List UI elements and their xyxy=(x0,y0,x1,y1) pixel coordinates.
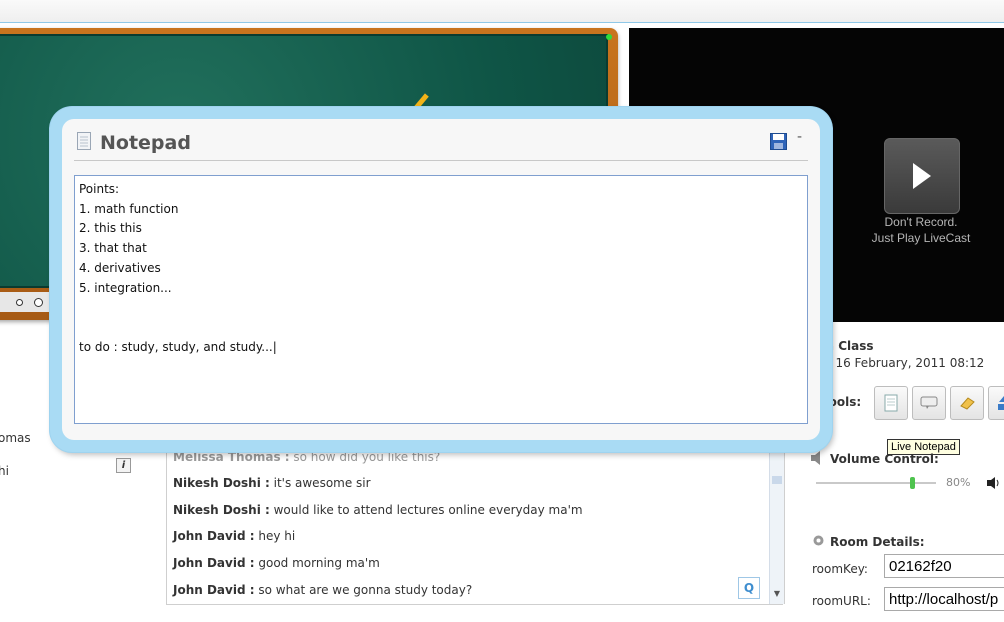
notepad-dialog: Notepad - Points: 1. math function 2. th… xyxy=(50,107,832,452)
room-url-label: roomURL: xyxy=(812,594,871,608)
save-icon[interactable] xyxy=(770,133,787,150)
participant-name[interactable]: hi xyxy=(0,464,9,478)
chat-message: John David : hey hi xyxy=(173,529,296,543)
volume-percent: 80% xyxy=(946,476,971,489)
notepad-title: Notepad xyxy=(100,132,191,154)
chat-input[interactable] xyxy=(166,604,783,622)
chat-panel: Melissa Thomas : so how did you like thi… xyxy=(166,446,785,604)
question-button[interactable]: Q xyxy=(738,577,760,599)
chat-tool-button[interactable] xyxy=(912,386,946,420)
notepad-panel: Notepad - Points: 1. math function 2. th… xyxy=(62,119,820,440)
status-led xyxy=(606,34,612,40)
play-button[interactable] xyxy=(884,138,960,214)
notepad-textarea[interactable]: Points: 1. math function 2. this this 3.… xyxy=(74,175,808,424)
livecast-caption: Don't Record. Just Play LiveCast xyxy=(829,214,1004,246)
participant-name[interactable]: omas xyxy=(0,431,31,445)
gear-icon xyxy=(813,535,824,546)
room-key-label: roomKey: xyxy=(812,562,868,576)
volume-slider-thumb[interactable] xyxy=(909,477,915,489)
chat-message: Melissa Thomas : so how did you like thi… xyxy=(173,450,441,464)
chat-message: John David : so what are we gonna study … xyxy=(173,583,473,597)
chat-message: Nikesh Doshi : it's awesome sir xyxy=(173,476,371,490)
caption-line-1: Don't Record. xyxy=(884,215,958,229)
notepad-icon xyxy=(884,394,898,412)
chat-message: Nikesh Doshi : would like to attend lect… xyxy=(173,503,583,517)
room-url-field[interactable]: http://localhost/p xyxy=(884,587,1004,611)
scrollbar-thumb[interactable] xyxy=(772,476,782,484)
top-bar xyxy=(0,0,1004,23)
brush-size-small[interactable] xyxy=(16,299,23,306)
volume-slider[interactable] xyxy=(816,477,936,489)
eraser-icon xyxy=(960,397,975,410)
notepad-tool-button[interactable] xyxy=(874,386,908,420)
volume-label: Volume Control: xyxy=(830,452,939,466)
scroll-down-icon[interactable]: ▼ xyxy=(772,589,782,599)
notepad-icon xyxy=(77,132,91,150)
divider xyxy=(74,160,808,161)
play-icon xyxy=(913,163,931,189)
room-details-title: Room Details: xyxy=(830,535,925,549)
caption-line-2: Just Play LiveCast xyxy=(871,231,971,245)
chat-message: John David : good morning ma'm xyxy=(173,556,380,570)
eraser-tool-button[interactable] xyxy=(950,386,984,420)
minimize-button[interactable]: - xyxy=(797,129,802,145)
upload-tool-button[interactable] xyxy=(988,386,1004,420)
speaker-icon xyxy=(811,451,820,465)
mute-speaker-icon[interactable] xyxy=(986,476,1002,490)
upload-icon xyxy=(998,396,1004,410)
info-icon[interactable]: i xyxy=(116,458,131,473)
brush-size-medium[interactable] xyxy=(34,298,43,307)
chat-scrollbar[interactable]: ▼ xyxy=(769,446,784,604)
class-date: d: 16 February, 2011 08:12 xyxy=(820,356,985,370)
chat-bubble-icon xyxy=(920,396,938,409)
room-key-field[interactable]: 02162f20 xyxy=(884,554,1004,578)
